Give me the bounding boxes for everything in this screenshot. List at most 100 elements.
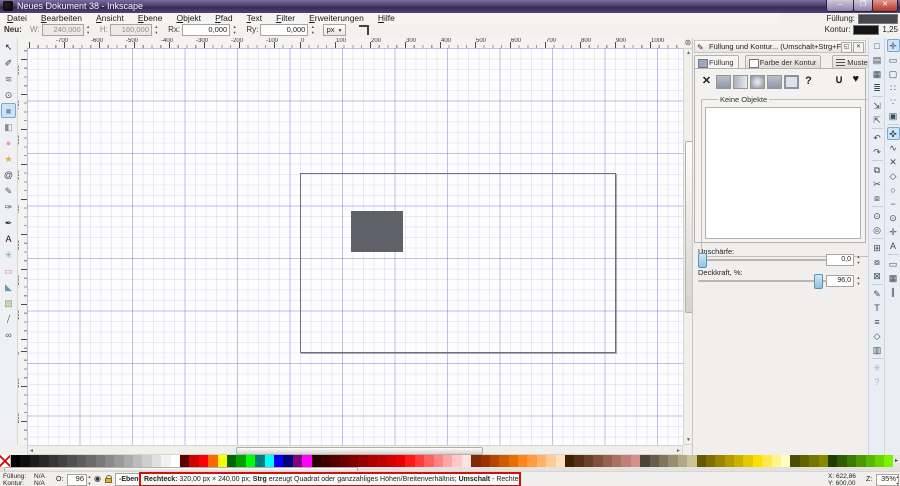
palette-swatch[interactable] bbox=[368, 455, 377, 467]
snap-cusp-nodes-icon[interactable]: ◇ bbox=[887, 169, 900, 182]
zoom-drawing-icon[interactable]: ⊙ bbox=[871, 209, 884, 222]
palette-swatch[interactable] bbox=[396, 455, 405, 467]
ry-spinner[interactable]: ▲▼ bbox=[309, 24, 316, 36]
palette-swatch[interactable] bbox=[706, 455, 715, 467]
palette-swatch[interactable] bbox=[866, 455, 875, 467]
remove-rounding-icon[interactable] bbox=[359, 25, 369, 35]
paste-icon[interactable]: ⧈ bbox=[871, 191, 884, 204]
palette-swatch[interactable] bbox=[574, 455, 583, 467]
palette-swatch[interactable] bbox=[837, 455, 846, 467]
palette-swatch[interactable] bbox=[659, 455, 668, 467]
blur-spinner[interactable]: ▲▼ bbox=[855, 254, 862, 266]
redo-icon[interactable]: ↷ bbox=[871, 145, 884, 158]
palette-swatch[interactable] bbox=[499, 455, 508, 467]
palette-swatch[interactable] bbox=[462, 455, 471, 467]
palette-swatch[interactable] bbox=[58, 455, 67, 467]
menu-ansicht[interactable]: Ansicht bbox=[89, 13, 131, 24]
bezier-tool[interactable]: ✑ bbox=[1, 199, 16, 214]
menu-pfad[interactable]: Pfad bbox=[208, 13, 240, 24]
palette-swatch[interactable] bbox=[30, 455, 39, 467]
menu-text[interactable]: Text bbox=[240, 13, 270, 24]
layer-visibility-icon[interactable]: ◉ bbox=[94, 475, 101, 482]
menu-datei[interactable]: Datei bbox=[0, 13, 34, 24]
palette-swatch[interactable] bbox=[800, 455, 809, 467]
scroll-left-icon[interactable]: ◄ bbox=[29, 448, 34, 454]
palette-swatch[interactable] bbox=[828, 455, 837, 467]
snap-intersections-icon[interactable]: ✕ bbox=[887, 155, 900, 168]
undo-icon[interactable]: ↶ bbox=[871, 131, 884, 144]
document-properties-icon[interactable]: ? bbox=[871, 375, 884, 388]
palette-swatch[interactable] bbox=[312, 455, 321, 467]
palette-swatch[interactable] bbox=[621, 455, 630, 467]
menu-hilfe[interactable]: Hilfe bbox=[371, 13, 402, 24]
palette-swatch[interactable] bbox=[556, 455, 565, 467]
palette-swatch[interactable] bbox=[133, 455, 142, 467]
export-icon[interactable]: ⇱ bbox=[871, 113, 884, 126]
dialog-close-button[interactable]: ✕ bbox=[853, 42, 864, 53]
snap-page-border-icon[interactable]: ▭ bbox=[887, 257, 900, 270]
fillrule-nonzero-icon[interactable]: ♥ bbox=[852, 73, 859, 85]
snap-grids-icon[interactable]: ▦ bbox=[887, 271, 900, 284]
palette-swatch[interactable] bbox=[650, 455, 659, 467]
snap-bbox-centers-icon[interactable]: ▣ bbox=[887, 109, 900, 122]
palette-swatch[interactable] bbox=[631, 455, 640, 467]
status-fill-value[interactable]: N/A bbox=[34, 473, 45, 480]
xml-editor-icon[interactable]: ◇ bbox=[871, 329, 884, 342]
width-spinner[interactable]: ▲▼ bbox=[85, 24, 92, 36]
palette-swatch[interactable] bbox=[819, 455, 828, 467]
height-spinner[interactable]: ▲▼ bbox=[153, 24, 160, 36]
palette-swatch[interactable] bbox=[227, 455, 236, 467]
maximize-button[interactable]: ❐ bbox=[853, 0, 873, 12]
palette-swatch[interactable] bbox=[509, 455, 518, 467]
opacity-value[interactable]: 96,0 bbox=[826, 275, 854, 287]
save-document-icon[interactable]: ▦ bbox=[871, 67, 884, 80]
rx-field[interactable]: 0,000 bbox=[182, 24, 230, 36]
gradient-tool[interactable]: ▧ bbox=[1, 295, 16, 310]
palette-swatch[interactable] bbox=[434, 455, 443, 467]
fill-radial-gradient-button[interactable] bbox=[750, 75, 765, 89]
text-tool[interactable]: A bbox=[1, 231, 16, 246]
fill-unknown-button[interactable]: ? bbox=[801, 75, 816, 89]
calligraphy-tool[interactable]: ✒ bbox=[1, 215, 16, 230]
snap-paths-icon[interactable]: ∿ bbox=[887, 141, 900, 154]
opacity-slider-thumb[interactable] bbox=[814, 274, 823, 289]
height-field[interactable]: 160,000 bbox=[110, 24, 152, 36]
palette-swatch[interactable] bbox=[255, 455, 264, 467]
palette-swatch[interactable] bbox=[668, 455, 677, 467]
palette-swatch[interactable] bbox=[236, 455, 245, 467]
zoom-tool[interactable]: ⊙ bbox=[1, 87, 16, 102]
palette-none-swatch[interactable] bbox=[0, 455, 11, 467]
fill-swatch-button[interactable] bbox=[784, 75, 799, 89]
palette-swatch[interactable] bbox=[20, 455, 29, 467]
selector-tool[interactable]: ↖ bbox=[1, 39, 16, 54]
palette-swatch[interactable] bbox=[697, 455, 706, 467]
palette-swatch[interactable] bbox=[274, 455, 283, 467]
palette-swatch[interactable] bbox=[415, 455, 424, 467]
scroll-up-icon[interactable]: ▲ bbox=[686, 50, 691, 56]
palette-swatch[interactable] bbox=[77, 455, 86, 467]
fill-flat-button[interactable] bbox=[716, 75, 731, 89]
blur-slider[interactable] bbox=[698, 259, 826, 261]
palette-swatch[interactable] bbox=[640, 455, 649, 467]
width-field[interactable]: 240,000 bbox=[42, 24, 84, 36]
blur-value[interactable]: 0,0 bbox=[826, 254, 854, 266]
clone-icon[interactable]: ⧇ bbox=[871, 255, 884, 268]
palette-swatch[interactable] bbox=[283, 455, 292, 467]
menu-filter[interactable]: Filter bbox=[269, 13, 302, 24]
fill-none-button[interactable]: ✕ bbox=[699, 75, 714, 89]
tab-füllung[interactable]: Füllung bbox=[694, 55, 739, 69]
tweak-tool[interactable]: ≋ bbox=[1, 71, 16, 86]
unit-dropdown[interactable]: px▼ bbox=[323, 24, 347, 36]
palette-swatch[interactable] bbox=[39, 455, 48, 467]
hscroll-thumb[interactable] bbox=[236, 447, 483, 455]
palette-swatch[interactable] bbox=[612, 455, 621, 467]
star-tool[interactable]: ★ bbox=[1, 151, 16, 166]
palette-swatch[interactable] bbox=[772, 455, 781, 467]
spiral-tool[interactable]: @ bbox=[1, 167, 16, 182]
status-opacity-spinner[interactable]: ▲▼ bbox=[86, 473, 93, 485]
palette-swatch[interactable] bbox=[678, 455, 687, 467]
palette-swatch[interactable] bbox=[265, 455, 274, 467]
fill-indicator-swatch[interactable] bbox=[858, 14, 898, 24]
box-3d-tool[interactable]: ◧ bbox=[1, 119, 16, 134]
palette-swatch[interactable] bbox=[349, 455, 358, 467]
